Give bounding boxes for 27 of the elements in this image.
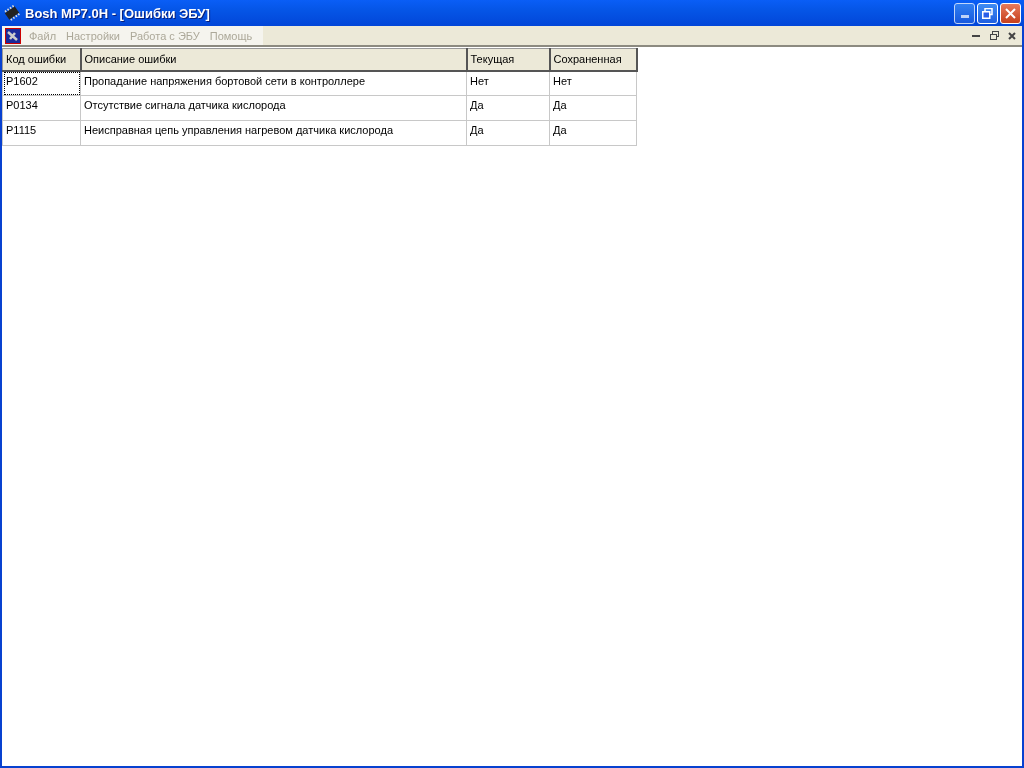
column-header[interactable]: Код ошибки	[2, 48, 81, 71]
window-title: Bosh MP7.0H - [Ошибки ЭБУ]	[25, 5, 211, 21]
table-cell: P1115	[2, 120, 81, 146]
table-cell: Пропадание напряжения бортовой сети в контроллере	[80, 70, 467, 96]
close-icon	[1008, 31, 1016, 40]
table-cell: Да	[466, 95, 550, 121]
app-icon	[5, 27, 21, 44]
table-cell: Нет	[466, 70, 550, 96]
table-cell: Да	[549, 95, 637, 121]
minimize-button[interactable]	[954, 2, 975, 24]
table-cell: Отсутствие сигнала датчика кислорода	[80, 95, 467, 121]
column-header[interactable]: Описание ошибки	[80, 48, 467, 71]
table-cell: P1602	[2, 70, 81, 96]
column-header[interactable]: Текущая	[466, 48, 550, 71]
column-header[interactable]: Сохраненная	[549, 48, 637, 71]
table-cell: Да	[549, 120, 637, 146]
close-button[interactable]	[1000, 2, 1021, 24]
minimize-icon	[960, 14, 969, 18]
restore-button[interactable]	[977, 2, 998, 24]
table-cell: Да	[466, 120, 550, 146]
table-cell: Неисправная цепь управления нагревом датчика кислорода	[80, 120, 467, 146]
restore-icon	[989, 31, 999, 40]
restore-icon	[982, 7, 993, 19]
close-icon	[1005, 7, 1016, 19]
table-cell: Нет	[549, 70, 637, 96]
minimize-icon	[972, 34, 980, 37]
table-cell: P0134	[2, 95, 81, 121]
